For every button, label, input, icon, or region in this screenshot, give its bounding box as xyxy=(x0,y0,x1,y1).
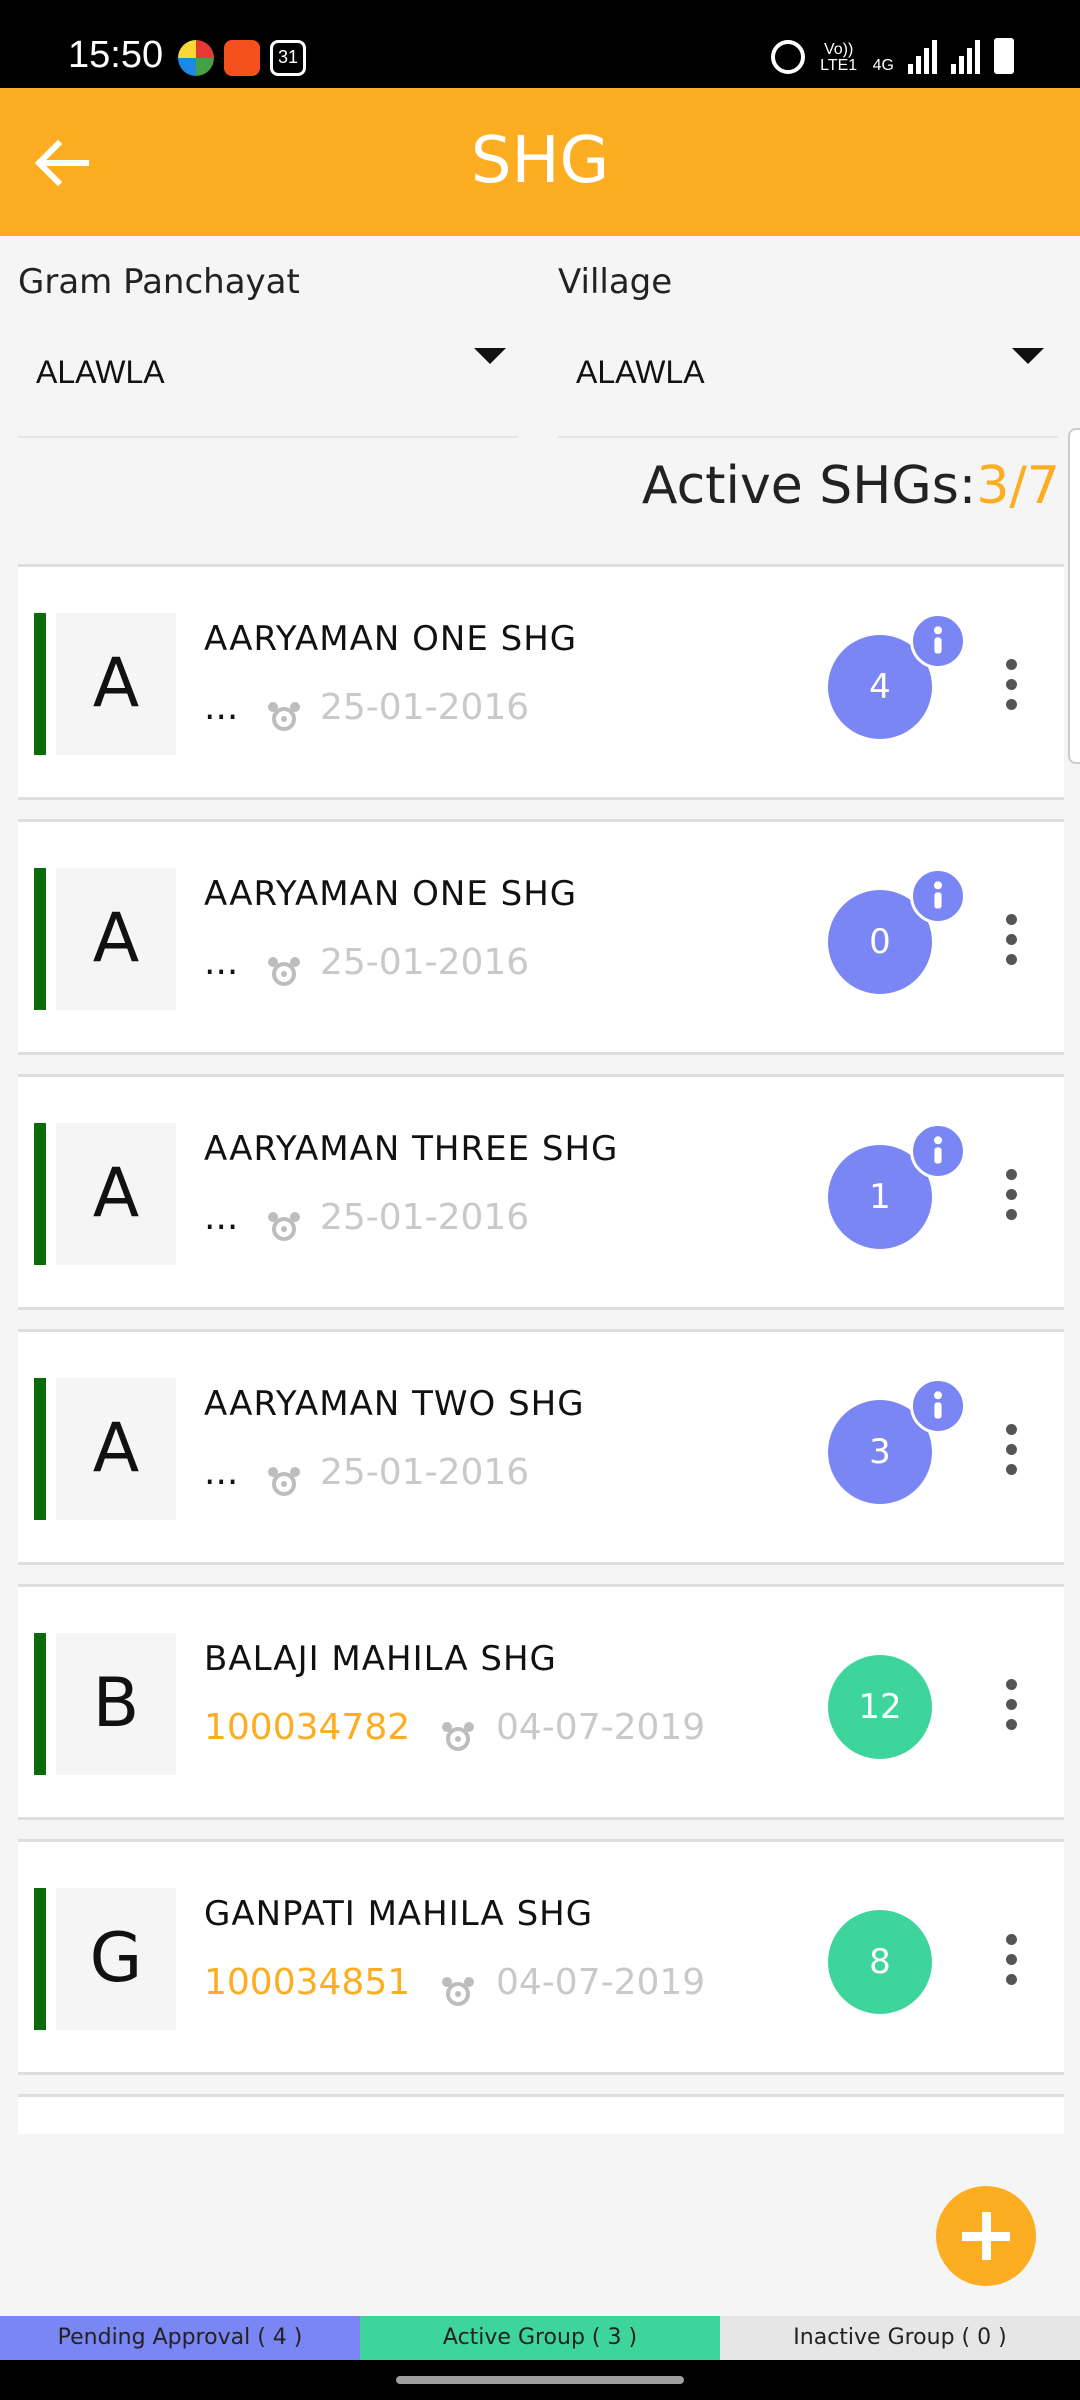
member-count-badge: 12 xyxy=(828,1655,932,1759)
shg-formation-date: 25-01-2016 xyxy=(320,687,530,728)
shg-code: ... xyxy=(204,1452,239,1493)
shg-formation-date: 04-07-2019 xyxy=(496,1962,706,2003)
divider xyxy=(558,436,1058,438)
shg-card[interactable]: A AARYAMAN TWO SHG ... 25-01-2016 3 xyxy=(18,1329,1064,1565)
add-shg-button[interactable] xyxy=(936,2186,1036,2286)
shg-formation-date: 25-01-2016 xyxy=(320,942,530,983)
status-bar-indicator xyxy=(34,868,46,1010)
shg-initial-avatar: A xyxy=(56,1123,176,1265)
village-value: ALAWLA xyxy=(576,354,705,390)
dropdown-caret-icon xyxy=(474,348,506,364)
network-4g-label: 4G xyxy=(872,57,894,74)
shg-code: 100034851 xyxy=(204,1962,411,2003)
more-options-icon[interactable] xyxy=(1006,659,1018,711)
gram-panchayat-dropdown[interactable]: Gram Panchayat ALAWLA xyxy=(18,262,518,438)
notification-icons: 31 xyxy=(178,40,306,76)
group-members-icon xyxy=(442,1977,474,2006)
group-members-icon xyxy=(442,1722,474,1751)
shg-initial-avatar: A xyxy=(56,613,176,755)
group-members-icon xyxy=(268,957,300,986)
member-count-badge: 8 xyxy=(828,1910,932,2014)
shg-name: GANPATI MAHILA SHG xyxy=(204,1894,594,1934)
system-icons: Vo)) LTE1 4G xyxy=(770,38,1014,74)
info-icon[interactable] xyxy=(910,868,966,924)
app-notification-icon xyxy=(178,40,214,76)
village-dropdown[interactable]: Village ALAWLA xyxy=(558,262,1058,438)
shg-initial-avatar: A xyxy=(56,868,176,1010)
shg-formation-date: 04-07-2019 xyxy=(496,1707,706,1748)
shg-initial-avatar: B xyxy=(56,1633,176,1775)
active-shg-summary: Active SHGs:3/7 xyxy=(642,456,1060,516)
shg-name: AARYAMAN TWO SHG xyxy=(204,1384,585,1424)
status-bar-indicator xyxy=(34,1378,46,1520)
status-bar-indicator xyxy=(34,1888,46,2030)
shg-code: ... xyxy=(204,942,239,983)
status-bar-indicator xyxy=(34,1633,46,1775)
more-options-icon[interactable] xyxy=(1006,1169,1018,1221)
more-options-icon[interactable] xyxy=(1006,1679,1018,1731)
app-bar: SHG xyxy=(0,88,1080,236)
gram-panchayat-value: ALAWLA xyxy=(36,354,165,390)
shg-card[interactable]: G GANPATI MAHILA SHG 100034851 04-07-201… xyxy=(18,1839,1064,2075)
page-title: SHG xyxy=(470,124,610,198)
calendar-icon: 31 xyxy=(270,40,306,76)
status-bar-indicator xyxy=(34,613,46,755)
active-shg-count: 3/7 xyxy=(976,456,1060,516)
list-partial-item xyxy=(18,2094,1064,2134)
more-options-icon[interactable] xyxy=(1006,1424,1018,1476)
shg-name: AARYAMAN ONE SHG xyxy=(204,619,578,659)
shg-initial-avatar: A xyxy=(56,1378,176,1520)
shg-card[interactable]: B BALAJI MAHILA SHG 100034782 04-07-2019… xyxy=(18,1584,1064,1820)
group-status-tabs: Pending Approval ( 4 ) Active Group ( 3 … xyxy=(0,2316,1080,2360)
tab-inactive-group[interactable]: Inactive Group ( 0 ) xyxy=(720,2316,1080,2360)
group-members-icon xyxy=(268,1212,300,1241)
shg-list: A AARYAMAN ONE SHG ... 25-01-2016 4 A AA… xyxy=(18,564,1064,2134)
shg-card[interactable]: A AARYAMAN THREE SHG ... 25-01-2016 1 xyxy=(18,1074,1064,1310)
shg-name: AARYAMAN THREE SHG xyxy=(204,1129,619,1169)
info-icon[interactable] xyxy=(910,1378,966,1434)
active-shg-label: Active SHGs: xyxy=(641,456,977,516)
divider xyxy=(18,436,518,438)
status-bar: 15:50 31 Vo)) LTE1 4G xyxy=(0,0,1080,88)
home-gesture-handle[interactable] xyxy=(396,2376,684,2384)
shg-code: ... xyxy=(204,687,239,728)
alarm-icon xyxy=(770,40,805,74)
group-members-icon xyxy=(268,702,300,731)
more-options-icon[interactable] xyxy=(1006,914,1018,966)
status-time: 15:50 xyxy=(68,34,164,76)
group-members-icon xyxy=(268,1467,300,1496)
signal-icon xyxy=(951,38,980,74)
shg-initial-avatar: G xyxy=(56,1888,176,2030)
status-bar-indicator xyxy=(34,1123,46,1265)
battery-icon xyxy=(994,38,1014,74)
signal-icon xyxy=(908,38,937,74)
shg-card[interactable]: A AARYAMAN ONE SHG ... 25-01-2016 4 xyxy=(18,564,1064,800)
shg-name: BALAJI MAHILA SHG xyxy=(204,1639,557,1679)
scrollbar[interactable] xyxy=(1068,428,1080,764)
dropdown-caret-icon xyxy=(1012,348,1044,364)
more-options-icon[interactable] xyxy=(1006,1934,1018,1986)
shg-code: ... xyxy=(204,1197,239,1238)
system-navigation-bar xyxy=(0,2360,1080,2400)
app-notification-icon xyxy=(224,40,260,76)
shg-card[interactable]: A AARYAMAN ONE SHG ... 25-01-2016 0 xyxy=(18,819,1064,1055)
shg-code: 100034782 xyxy=(204,1707,411,1748)
shg-formation-date: 25-01-2016 xyxy=(320,1197,530,1238)
shg-name: AARYAMAN ONE SHG xyxy=(204,874,578,914)
info-icon[interactable] xyxy=(910,1123,966,1179)
shg-formation-date: 25-01-2016 xyxy=(320,1452,530,1493)
tab-pending-approval[interactable]: Pending Approval ( 4 ) xyxy=(0,2316,360,2360)
gram-panchayat-label: Gram Panchayat xyxy=(18,262,300,302)
info-icon[interactable] xyxy=(910,613,966,669)
village-label: Village xyxy=(558,262,673,302)
tab-active-group[interactable]: Active Group ( 3 ) xyxy=(360,2316,720,2360)
volte-label: Vo)) LTE1 xyxy=(820,41,858,74)
